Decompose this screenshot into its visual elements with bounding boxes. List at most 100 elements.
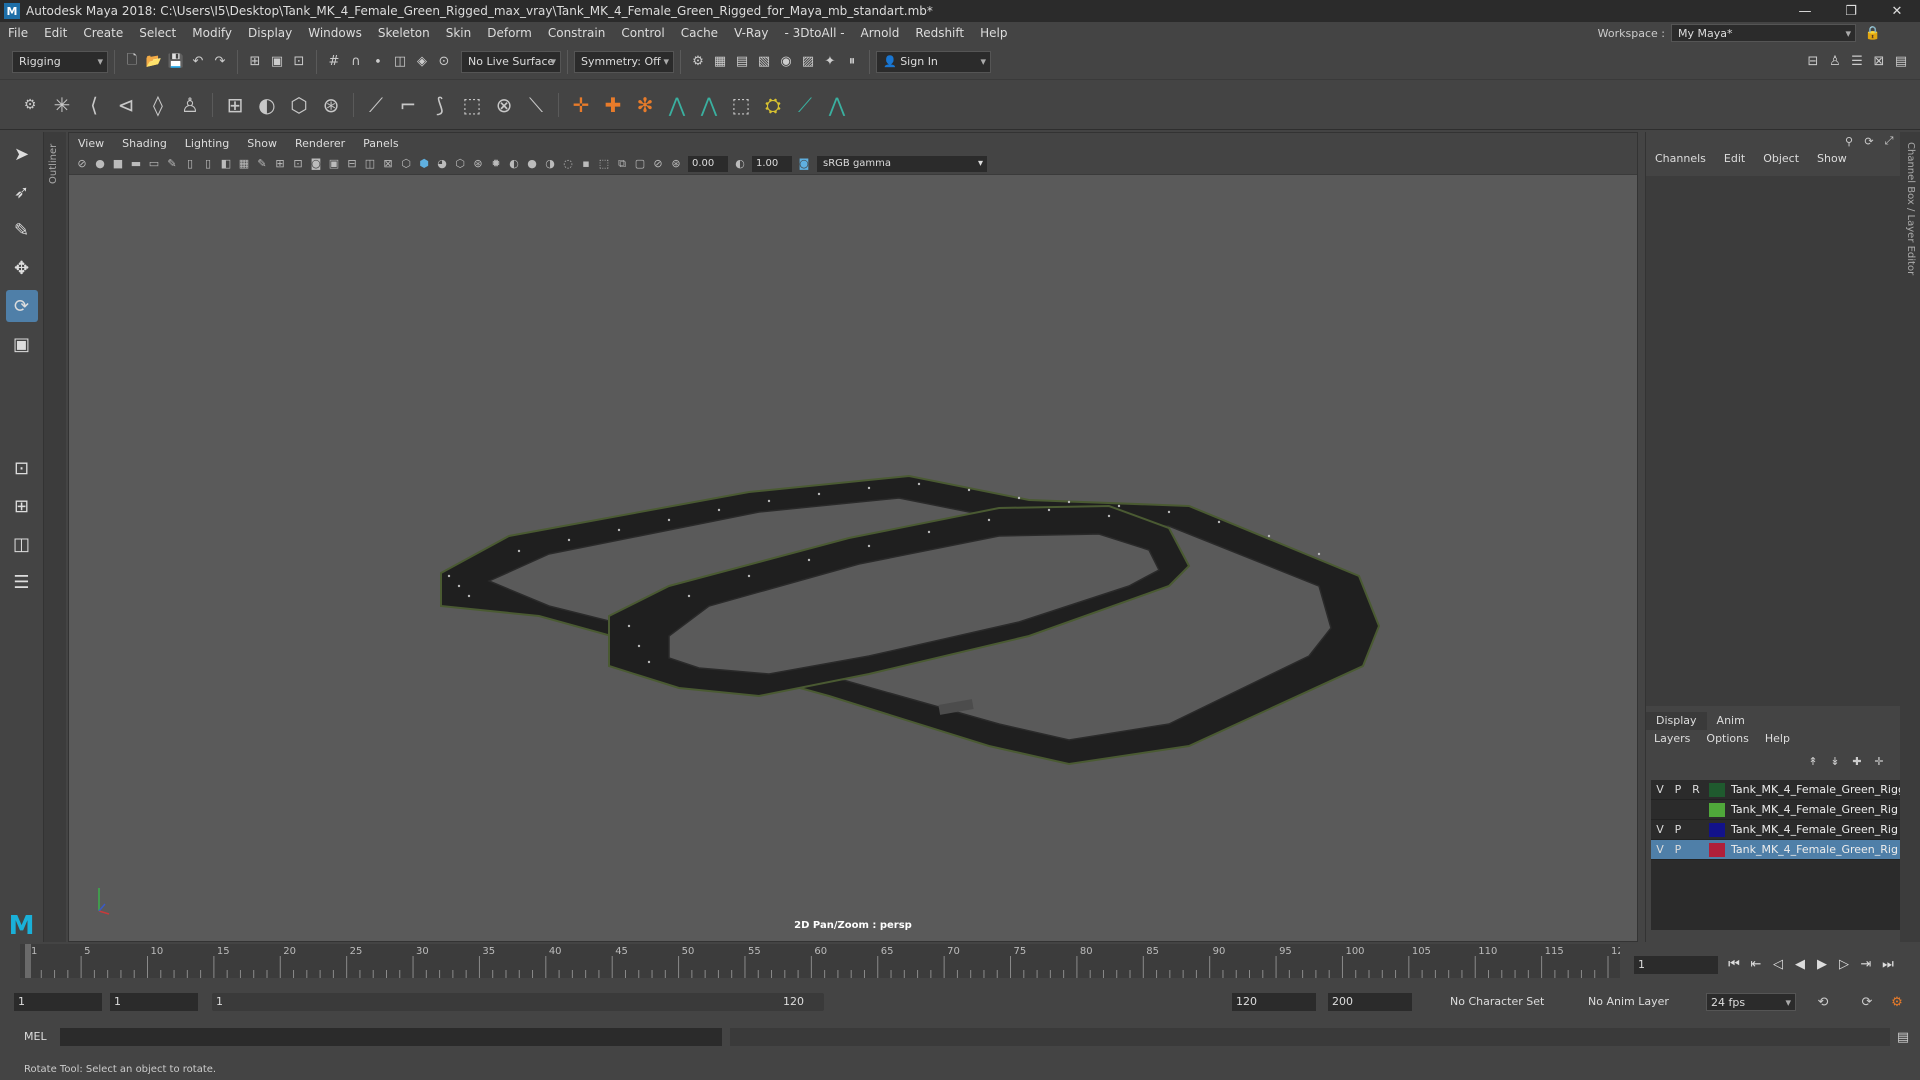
- script-language-toggle[interactable]: MEL: [24, 1030, 47, 1043]
- workspace-dropdown[interactable]: My Maya*: [1671, 24, 1856, 43]
- open-scene-icon[interactable]: 📂: [143, 51, 165, 73]
- layer-playback-toggle[interactable]: P: [1669, 783, 1687, 796]
- xray-joints-icon[interactable]: ⬡: [451, 155, 469, 173]
- layer-menu-layers[interactable]: Layers: [1646, 730, 1698, 748]
- gamma-icon[interactable]: ◐: [731, 155, 749, 173]
- attribute-editor-icon[interactable]: ☰: [1846, 51, 1868, 73]
- channel-toggle-icon[interactable]: ⚲: [1842, 134, 1856, 148]
- snap-grid-icon[interactable]: #: [323, 51, 345, 73]
- playback-start-field[interactable]: 1: [110, 993, 198, 1011]
- grease-pencil-icon[interactable]: ✎: [163, 155, 181, 173]
- ik-handle-icon[interactable]: ⟨: [78, 89, 110, 121]
- move-tool-icon[interactable]: ✥: [6, 252, 38, 284]
- undo-icon[interactable]: ↶: [187, 51, 209, 73]
- snap-view-icon[interactable]: ◫: [389, 51, 411, 73]
- character-set-dropdown[interactable]: No Character Set: [1446, 993, 1564, 1011]
- motion-blur-icon[interactable]: ◐: [505, 155, 523, 173]
- outliner-tab[interactable]: Outliner: [44, 132, 66, 942]
- mirror-joint-icon[interactable]: ◊: [142, 89, 174, 121]
- bind-skin-icon[interactable]: ⟋: [360, 89, 392, 121]
- menu-skin[interactable]: Skin: [438, 26, 480, 40]
- vp-menu-renderer[interactable]: Renderer: [286, 137, 354, 150]
- anim-prefs-icon[interactable]: ⚙: [1886, 991, 1908, 1013]
- menu-modify[interactable]: Modify: [184, 26, 240, 40]
- move-layer-up-icon[interactable]: ↟: [1806, 754, 1820, 768]
- point-constraint-icon[interactable]: ✛: [565, 89, 597, 121]
- hypershade-icon[interactable]: ◉: [775, 51, 797, 73]
- snap-curve-icon[interactable]: ∩: [345, 51, 367, 73]
- new-layer-icon[interactable]: ✚: [1850, 754, 1864, 768]
- save-scene-icon[interactable]: 💾: [165, 51, 187, 73]
- snap-point-icon[interactable]: ∙: [367, 51, 389, 73]
- range-bar[interactable]: 1 120: [212, 993, 824, 1011]
- outliner-layout-icon[interactable]: ☰: [6, 566, 38, 598]
- joint-tool-icon[interactable]: ✳: [46, 89, 78, 121]
- character-controls-icon[interactable]: ♙: [1824, 51, 1846, 73]
- layer-visibility-toggle[interactable]: V: [1651, 823, 1669, 836]
- isolate-icon[interactable]: ◕: [433, 155, 451, 173]
- four-view-icon[interactable]: ⊞: [6, 490, 38, 522]
- minimize-icon[interactable]: —: [1782, 0, 1828, 22]
- xray-icon[interactable]: ⬡: [397, 155, 415, 173]
- time-ruler[interactable]: 1 5 10 15 20 25 30 35 40 45 50 55 60 65 70 75 80 85 90 95 10…: [20, 944, 1620, 978]
- wireframe-icon[interactable]: ⊡: [289, 155, 307, 173]
- playback-end-field[interactable]: 120: [1232, 993, 1316, 1011]
- view-transform-dropdown[interactable]: sRGB gamma: [817, 155, 987, 172]
- animation-start-field[interactable]: 1: [14, 993, 102, 1011]
- ik-spline-icon[interactable]: ⊲: [110, 89, 142, 121]
- menu-select[interactable]: Select: [131, 26, 184, 40]
- live-surface-dropdown[interactable]: No Live Surface: [461, 50, 561, 73]
- shaded-cube-icon[interactable]: ⬢: [415, 155, 433, 173]
- play-forward-icon[interactable]: ▶: [1813, 954, 1831, 974]
- rotate-tool-icon[interactable]: ⟳: [5, 290, 38, 322]
- render-setup-icon[interactable]: ▨: [797, 51, 819, 73]
- paint-select-icon[interactable]: ✎: [6, 214, 38, 246]
- cb-menu-channels[interactable]: Channels: [1646, 152, 1715, 170]
- channel-sync-icon[interactable]: ⟳: [1862, 134, 1876, 148]
- layer-color-swatch[interactable]: [1709, 802, 1725, 817]
- ao-icon[interactable]: ⊛: [469, 155, 487, 173]
- layer-row[interactable]: V P Tank_MK_4_Female_Green_Rig: [1651, 840, 1901, 860]
- snap-surface-icon[interactable]: ◈: [411, 51, 433, 73]
- step-forward-frame-icon[interactable]: ▷: [1835, 954, 1853, 974]
- empty-slot-icon[interactable]: ⬚: [725, 89, 757, 121]
- layer-color-swatch[interactable]: [1709, 822, 1725, 837]
- go-to-end-icon[interactable]: ⏭: [1879, 954, 1897, 974]
- menu-skeleton[interactable]: Skeleton: [370, 26, 438, 40]
- sign-in-button[interactable]: 👤 Sign In: [876, 50, 991, 73]
- gate-mask-icon[interactable]: ◧: [217, 155, 235, 173]
- lattice-icon[interactable]: ⊞: [219, 89, 251, 121]
- two-view-icon[interactable]: ◫: [6, 528, 38, 560]
- camera-attr-icon[interactable]: ●: [91, 155, 109, 173]
- render-view-icon[interactable]: ▧: [753, 51, 775, 73]
- redo-icon[interactable]: ↷: [209, 51, 231, 73]
- channel-box-area[interactable]: [1646, 176, 1901, 706]
- layer-playback-toggle[interactable]: P: [1669, 823, 1687, 836]
- select-camera-icon[interactable]: ⊘: [73, 155, 91, 173]
- safe-action-icon[interactable]: ✎: [253, 155, 271, 173]
- layer-row[interactable]: V P Tank_MK_4_Female_Green_Rig: [1651, 820, 1901, 840]
- auto-key-icon[interactable]: ⟳: [1856, 991, 1878, 1013]
- new-layer-selected-icon[interactable]: ✛: [1872, 754, 1886, 768]
- menu-cache[interactable]: Cache: [673, 26, 726, 40]
- cb-menu-edit[interactable]: Edit: [1715, 152, 1754, 170]
- layer-visibility-toggle[interactable]: V: [1651, 843, 1669, 856]
- menu-constrain[interactable]: Constrain: [540, 26, 614, 40]
- menu-3dtoall[interactable]: - 3DtoAll -: [776, 26, 852, 40]
- default-material-icon[interactable]: ⊟: [343, 155, 361, 173]
- geometry-constraint-icon[interactable]: ⋀: [821, 89, 853, 121]
- wireframe-on-shaded-icon[interactable]: ▣: [325, 155, 343, 173]
- animation-end-field[interactable]: 200: [1328, 993, 1412, 1011]
- channel-box-icon[interactable]: ▤: [1890, 51, 1912, 73]
- image-plane-icon[interactable]: ▬: [127, 155, 145, 173]
- cb-menu-object[interactable]: Object: [1754, 152, 1808, 170]
- interactive-bind-icon[interactable]: ⬚: [456, 89, 488, 121]
- cb-menu-show[interactable]: Show: [1808, 152, 1856, 170]
- layer-row[interactable]: V P R Tank_MK_4_Female_Green_Rigged: [1651, 780, 1901, 800]
- menu-set-dropdown[interactable]: Rigging: [12, 50, 108, 73]
- color-management-icon[interactable]: ◙: [795, 155, 813, 173]
- isolate-select-icon[interactable]: ▪: [577, 155, 595, 173]
- paint-weights-icon[interactable]: ⟆: [424, 89, 456, 121]
- shelf-settings-icon[interactable]: ⚙: [14, 89, 46, 121]
- menu-help[interactable]: Help: [972, 26, 1015, 40]
